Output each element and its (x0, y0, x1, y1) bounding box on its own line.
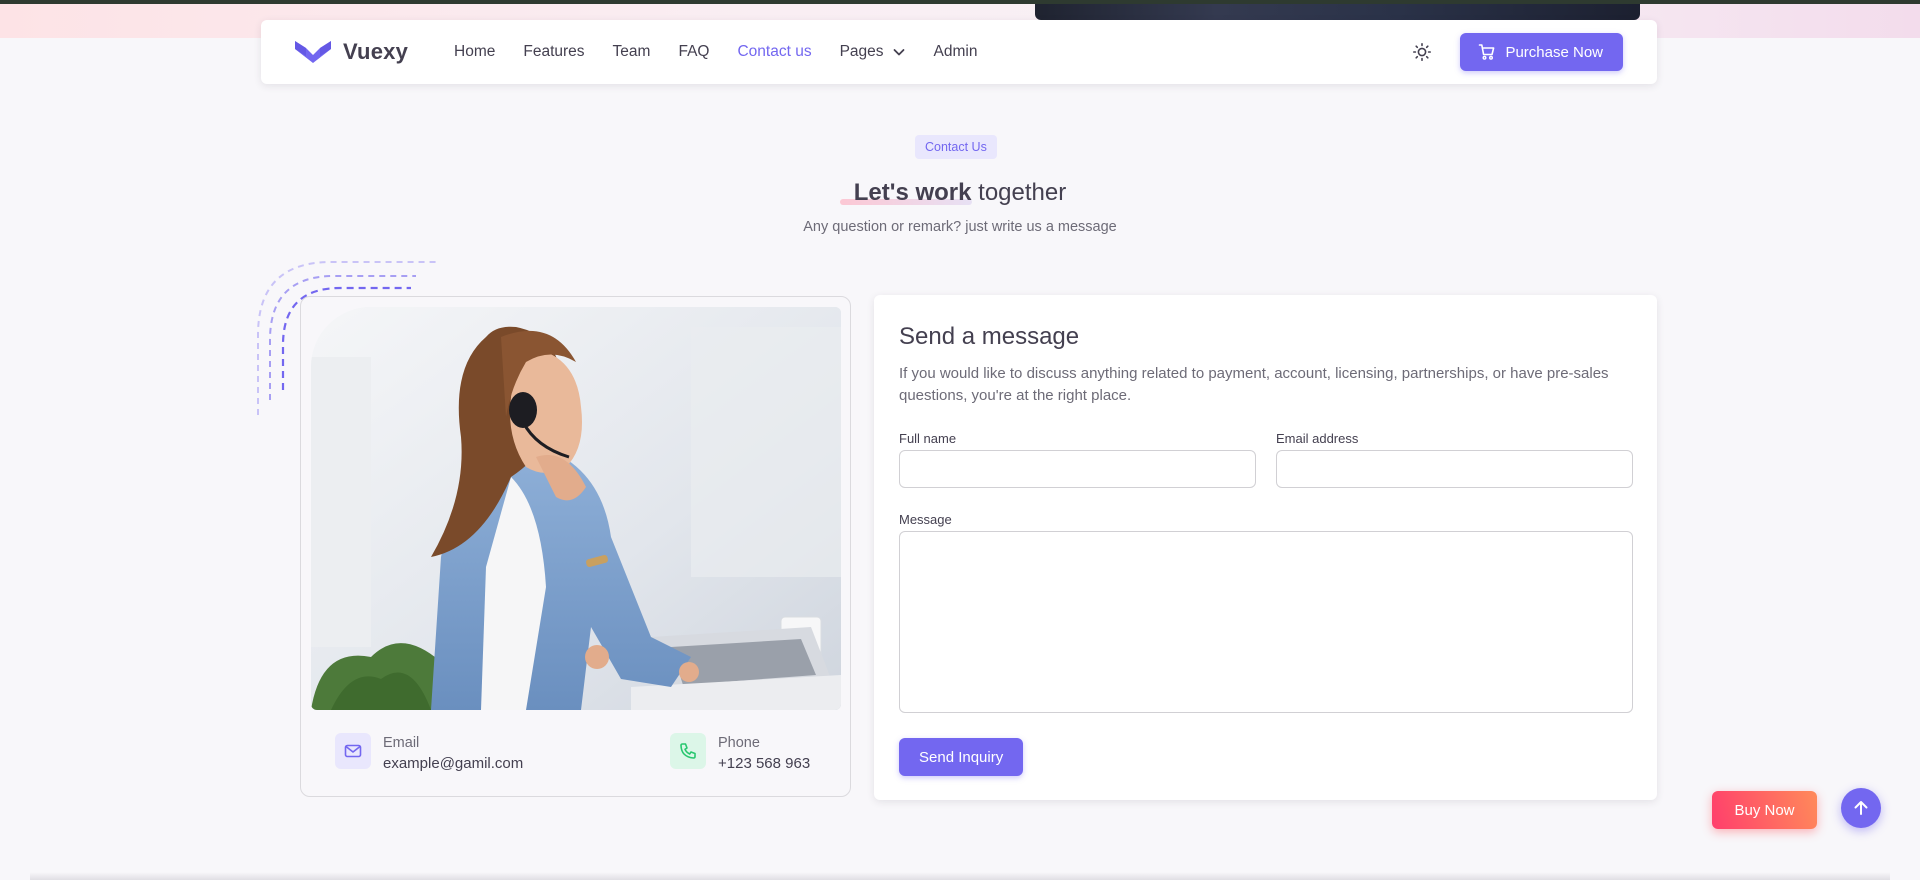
nav-link-pages-label: Pages (839, 43, 884, 60)
support-agent-illustration (311, 307, 841, 710)
buy-now-button[interactable]: Buy Now (1712, 791, 1817, 829)
arrow-up-icon (1854, 801, 1868, 815)
email-address-label: Email address (1276, 431, 1359, 446)
vuexy-logo-icon (295, 41, 331, 63)
form-title: Send a message (899, 323, 1080, 350)
nav-link-admin[interactable]: Admin (934, 43, 978, 61)
section-title-rest: together (971, 179, 1067, 206)
theme-toggle-button[interactable] (1410, 40, 1434, 64)
contact-phone: Phone +123 568 963 (670, 733, 810, 775)
navbar-actions: Purchase Now (1410, 33, 1623, 71)
navbar: Vuexy Home Features Team FAQ Contact us … (261, 20, 1657, 84)
preview-banner-band (1035, 4, 1640, 20)
section-badge: Contact Us (915, 135, 997, 159)
phone-label: Phone (718, 735, 760, 751)
message-label: Message (899, 512, 952, 527)
email-label: Email (383, 735, 420, 751)
section-title: Let's work together (0, 179, 1920, 207)
nav-links: Home Features Team FAQ Contact us Pages … (454, 43, 1005, 61)
send-inquiry-button[interactable]: Send Inquiry (899, 738, 1024, 776)
email-address-input[interactable] (1276, 450, 1633, 488)
contact-form-card: Send a message If you would like to disc… (874, 295, 1657, 800)
mail-icon (335, 733, 371, 769)
section-title-bold: Let's work (853, 179, 972, 206)
support-agent-photo (311, 307, 841, 710)
nav-link-contact-us[interactable]: Contact us (737, 43, 811, 61)
brand-name: Vuexy (343, 39, 409, 64)
message-textarea[interactable] (899, 531, 1633, 713)
phone-value[interactable]: +123 568 963 (718, 753, 810, 775)
shopping-cart-icon (1479, 44, 1495, 60)
phone-icon (670, 733, 706, 769)
fullname-input[interactable] (899, 450, 1256, 488)
nav-link-home[interactable]: Home (454, 43, 495, 61)
purchase-now-label: Purchase Now (1505, 43, 1603, 61)
brand-link[interactable]: Vuexy (295, 39, 408, 65)
nav-link-faq[interactable]: FAQ (678, 43, 709, 61)
email-value[interactable]: example@gamil.com (383, 753, 523, 775)
contact-info-card: Email example@gamil.com Phone +123 568 9… (300, 296, 851, 797)
form-description: If you would like to discuss anything re… (899, 365, 1609, 404)
chevron-down-icon (893, 49, 904, 56)
section-subtitle: Any question or remark? just write us a … (803, 219, 1117, 235)
scroll-to-top-button[interactable] (1841, 788, 1881, 828)
purchase-now-button[interactable]: Purchase Now (1460, 33, 1623, 71)
footer-edge-shadow (30, 872, 1890, 880)
sun-icon (1413, 42, 1432, 62)
nav-link-pages[interactable]: Pages (840, 43, 906, 61)
contact-email: Email example@gamil.com (335, 733, 523, 775)
fullname-label: Full name (899, 431, 957, 446)
nav-link-features[interactable]: Features (523, 43, 584, 61)
nav-link-team[interactable]: Team (613, 43, 651, 61)
